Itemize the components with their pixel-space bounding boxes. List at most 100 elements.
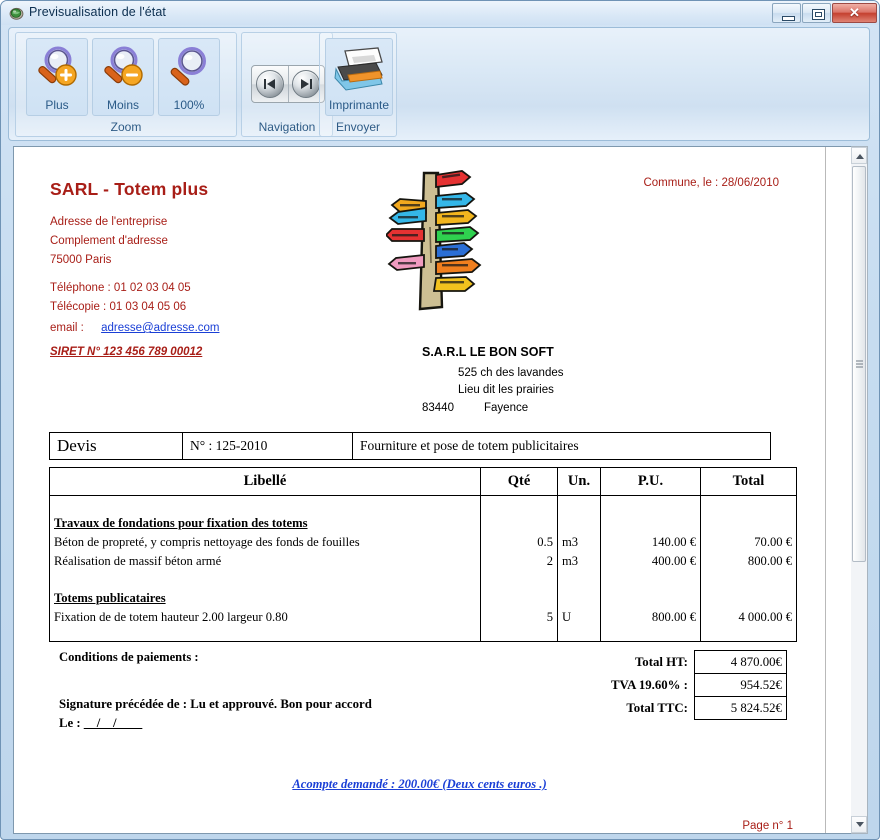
document-subject: Fourniture et pose de totem publicitaire… [352,432,771,460]
zoom-in-label: Plus [45,98,69,112]
scroll-down-button[interactable] [851,816,867,833]
email-link[interactable]: adresse@adresse.com [101,322,219,334]
row-qty [480,514,558,533]
row-label: Totems publicataires [49,589,481,608]
conditions-label: Conditions de paiements : [59,650,199,664]
vertical-scrollbar[interactable] [851,146,868,834]
column-header-total: Total [700,467,797,496]
scrollbar-thumb[interactable] [852,166,866,562]
tva-label: TVA 19.60% : [611,677,688,692]
preview-globe-icon [9,6,24,21]
date-blank-fields: __/__/____ [83,716,143,730]
print-button[interactable]: Imprimante [325,38,393,116]
row-total [700,514,797,533]
total-ttc-label: Total TTC: [626,700,688,715]
close-icon: ✕ [849,5,860,20]
window-controls: ✕ [771,3,877,24]
row-unit [557,514,601,533]
client-name: S.A.R.L LE BON SOFT [422,345,554,359]
row-unit: U [557,608,601,627]
row-qty [480,589,558,608]
document-preview-area[interactable]: SARL - Totem plus Adresse de l'entrepris… [13,146,851,834]
table-row: Totems publicataires [49,589,797,608]
row-total: 70.00 € [700,533,797,552]
row-pu [600,514,701,533]
zoom-100-button[interactable]: 100% [158,38,220,116]
previous-page-icon [255,70,284,98]
sender-city: 75000 Paris [50,254,112,266]
row-unit: m3 [557,533,601,552]
zoom-out-label: Moins [106,98,139,112]
date-blank-label: Le : [59,716,81,730]
page-number: Page n° 1 [742,820,793,832]
ribbon-group-envoyer: Imprimante Envoyer [319,32,397,137]
sender-address1: Adresse de l'entreprise [50,216,168,228]
minimize-button[interactable] [772,3,801,23]
total-ttc-value: 5 824.52€ [693,696,787,720]
document-number: N° : 125-2010 [182,432,353,460]
signature-text: Signature précédée de : Lu et approuvé. … [59,697,372,711]
close-button[interactable]: ✕ [832,3,877,23]
zoom-100-label: 100% [173,98,205,112]
zoom-out-icon [99,45,147,102]
row-pu [600,589,701,608]
scroll-up-button[interactable] [851,147,867,164]
row-qty: 5 [480,608,558,627]
table-row: Béton de propreté, y compris nettoyage d… [49,533,797,552]
sender-address2: Complement d'adresse [50,235,168,247]
sender-company: SARL - Totem plus [50,179,209,199]
row-unit: m3 [557,552,601,571]
restore-button[interactable] [802,3,831,23]
navigation-pad [251,65,325,103]
zoom-out-button[interactable]: Moins [92,38,154,116]
date-blank-row: Le : __/__/____ [59,716,142,731]
previous-page-button[interactable] [252,66,288,102]
row-unit [557,571,601,589]
row-qty [480,571,558,589]
sender-siret: SIRET N° 123 456 789 00012 [50,346,203,358]
row-label [49,571,481,589]
total-ht-value: 4 870.00€ [693,650,787,674]
line-items-table: Libellé Qté Un. P.U. Total Travaux de fo… [49,467,797,642]
sender-fax: Télécopie : 01 03 04 05 06 [50,301,187,313]
table-spacer-row [49,495,797,514]
ribbon-group-envoyer-label: Envoyer [335,120,381,134]
column-header-libelle: Libellé [49,467,481,496]
next-page-icon [292,70,321,98]
column-header-qte: Qté [480,467,558,496]
zoom-in-button[interactable]: Plus [26,38,88,116]
row-unit [557,589,601,608]
table-row [49,571,797,589]
title-bar[interactable]: Previsualisation de l'état ✕ [1,1,879,26]
document-page: SARL - Totem plus Adresse de l'entrepris… [14,147,826,833]
column-header-unite: Un. [557,467,601,496]
printer-icon [332,45,386,102]
window-title: Previsualisation de l'état [29,5,167,19]
client-city-row: 83440 Fayence [422,402,564,414]
totem-signpost-image [384,167,484,315]
row-label: Réalisation de massif béton armé [49,552,481,571]
sender-email-row: email : adresse@adresse.com [50,322,220,334]
zoom-100-icon [165,45,213,102]
table-row: Réalisation de massif béton armé 2 m3 40… [49,552,797,571]
column-header-pu: P.U. [600,467,701,496]
client-postcode: 83440 [422,402,454,414]
scrollbar-grip-icon [856,360,863,368]
row-total: 4 000.00 € [700,608,797,627]
chevron-down-icon [856,822,864,827]
document-header-row: Devis N° : 125-2010 Fourniture et pose d… [49,432,771,460]
sender-block: SARL - Totem plus Adresse de l'entrepris… [50,179,220,358]
totals-row: Total TTC: 5 824.52€ [610,696,787,720]
totals-table: Total HT: 4 870.00€ TVA 19.60% : 954.52€… [610,650,787,720]
email-label: email : [50,322,84,334]
print-label: Imprimante [328,98,390,112]
row-pu: 400.00 € [600,552,701,571]
table-row: Travaux de fondations pour fixation des … [49,514,797,533]
table-row: Fixation de de totem hauteur 2.00 largeu… [49,608,797,627]
minimize-icon [782,16,795,21]
document-type: Devis [49,432,183,460]
totals-row: Total HT: 4 870.00€ [610,650,787,674]
client-address1: 525 ch des lavandes [458,367,564,379]
chevron-up-icon [856,154,864,159]
sender-phone: Téléphone : 01 02 03 04 05 [50,282,191,294]
